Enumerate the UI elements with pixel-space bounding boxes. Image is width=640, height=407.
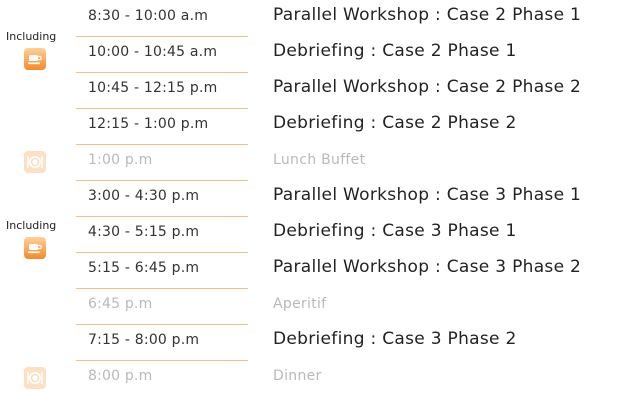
time-slot: 8:00 p.m bbox=[88, 368, 153, 384]
event-title: Debriefing : Case 2 Phase 2 bbox=[273, 113, 517, 133]
time-slot: 6:45 p.m bbox=[88, 296, 153, 312]
schedule-row: 5:15 - 6:45 p.m Parallel Workshop : Case… bbox=[0, 252, 640, 289]
schedule-row: 8:30 - 10:00 a.m Parallel Workshop : Cas… bbox=[0, 0, 640, 37]
schedule-row: 1:00 p.m Lunch Buffet bbox=[0, 144, 640, 181]
event-title: Parallel Workshop : Case 3 Phase 1 bbox=[273, 185, 582, 205]
schedule-row: 10:00 - 10:45 a.m Debriefing : Case 2 Ph… bbox=[0, 36, 640, 73]
event-title: Lunch Buffet bbox=[273, 152, 366, 168]
time-slot: 7:15 - 8:00 p.m bbox=[88, 332, 200, 348]
coffee-cup-icon bbox=[24, 48, 46, 70]
event-title: Parallel Workshop : Case 3 Phase 2 bbox=[273, 257, 582, 277]
coffee-cup-icon bbox=[24, 237, 46, 259]
schedule-row: 8:00 p.m Dinner bbox=[0, 360, 640, 396]
time-slot: 3:00 - 4:30 p.m bbox=[88, 188, 200, 204]
time-slot: 4:30 - 5:15 p.m bbox=[88, 224, 200, 240]
plate-cutlery-icon bbox=[24, 151, 46, 173]
event-title: Aperitif bbox=[273, 296, 327, 312]
event-title: Debriefing : Case 3 Phase 2 bbox=[273, 329, 517, 349]
schedule-row: 7:15 - 8:00 p.m Debriefing : Case 3 Phas… bbox=[0, 324, 640, 361]
event-title: Parallel Workshop : Case 2 Phase 2 bbox=[273, 77, 582, 97]
plate-cutlery-icon bbox=[24, 367, 46, 389]
event-title: Dinner bbox=[273, 368, 322, 384]
event-title: Parallel Workshop : Case 2 Phase 1 bbox=[273, 5, 582, 25]
schedule-row: 3:00 - 4:30 p.m Parallel Workshop : Case… bbox=[0, 180, 640, 217]
time-slot: 8:30 - 10:00 a.m bbox=[88, 8, 209, 24]
time-slot: 10:00 - 10:45 a.m bbox=[88, 44, 218, 60]
time-slot: 1:00 p.m bbox=[88, 152, 153, 168]
schedule-row: 12:15 - 1:00 p.m Debriefing : Case 2 Pha… bbox=[0, 108, 640, 145]
including-label: Including bbox=[6, 219, 57, 232]
schedule-row: 10:45 - 12:15 p.m Parallel Workshop : Ca… bbox=[0, 72, 640, 109]
time-slot: 10:45 - 12:15 p.m bbox=[88, 80, 218, 96]
schedule-row: 6:45 p.m Aperitif bbox=[0, 288, 640, 325]
event-title: Debriefing : Case 2 Phase 1 bbox=[273, 41, 517, 61]
event-title: Debriefing : Case 3 Phase 1 bbox=[273, 221, 517, 241]
including-label: Including bbox=[6, 30, 57, 43]
time-slot: 5:15 - 6:45 p.m bbox=[88, 260, 200, 276]
time-slot: 12:15 - 1:00 p.m bbox=[88, 116, 209, 132]
schedule-row: 4:30 - 5:15 p.m Debriefing : Case 3 Phas… bbox=[0, 216, 640, 253]
